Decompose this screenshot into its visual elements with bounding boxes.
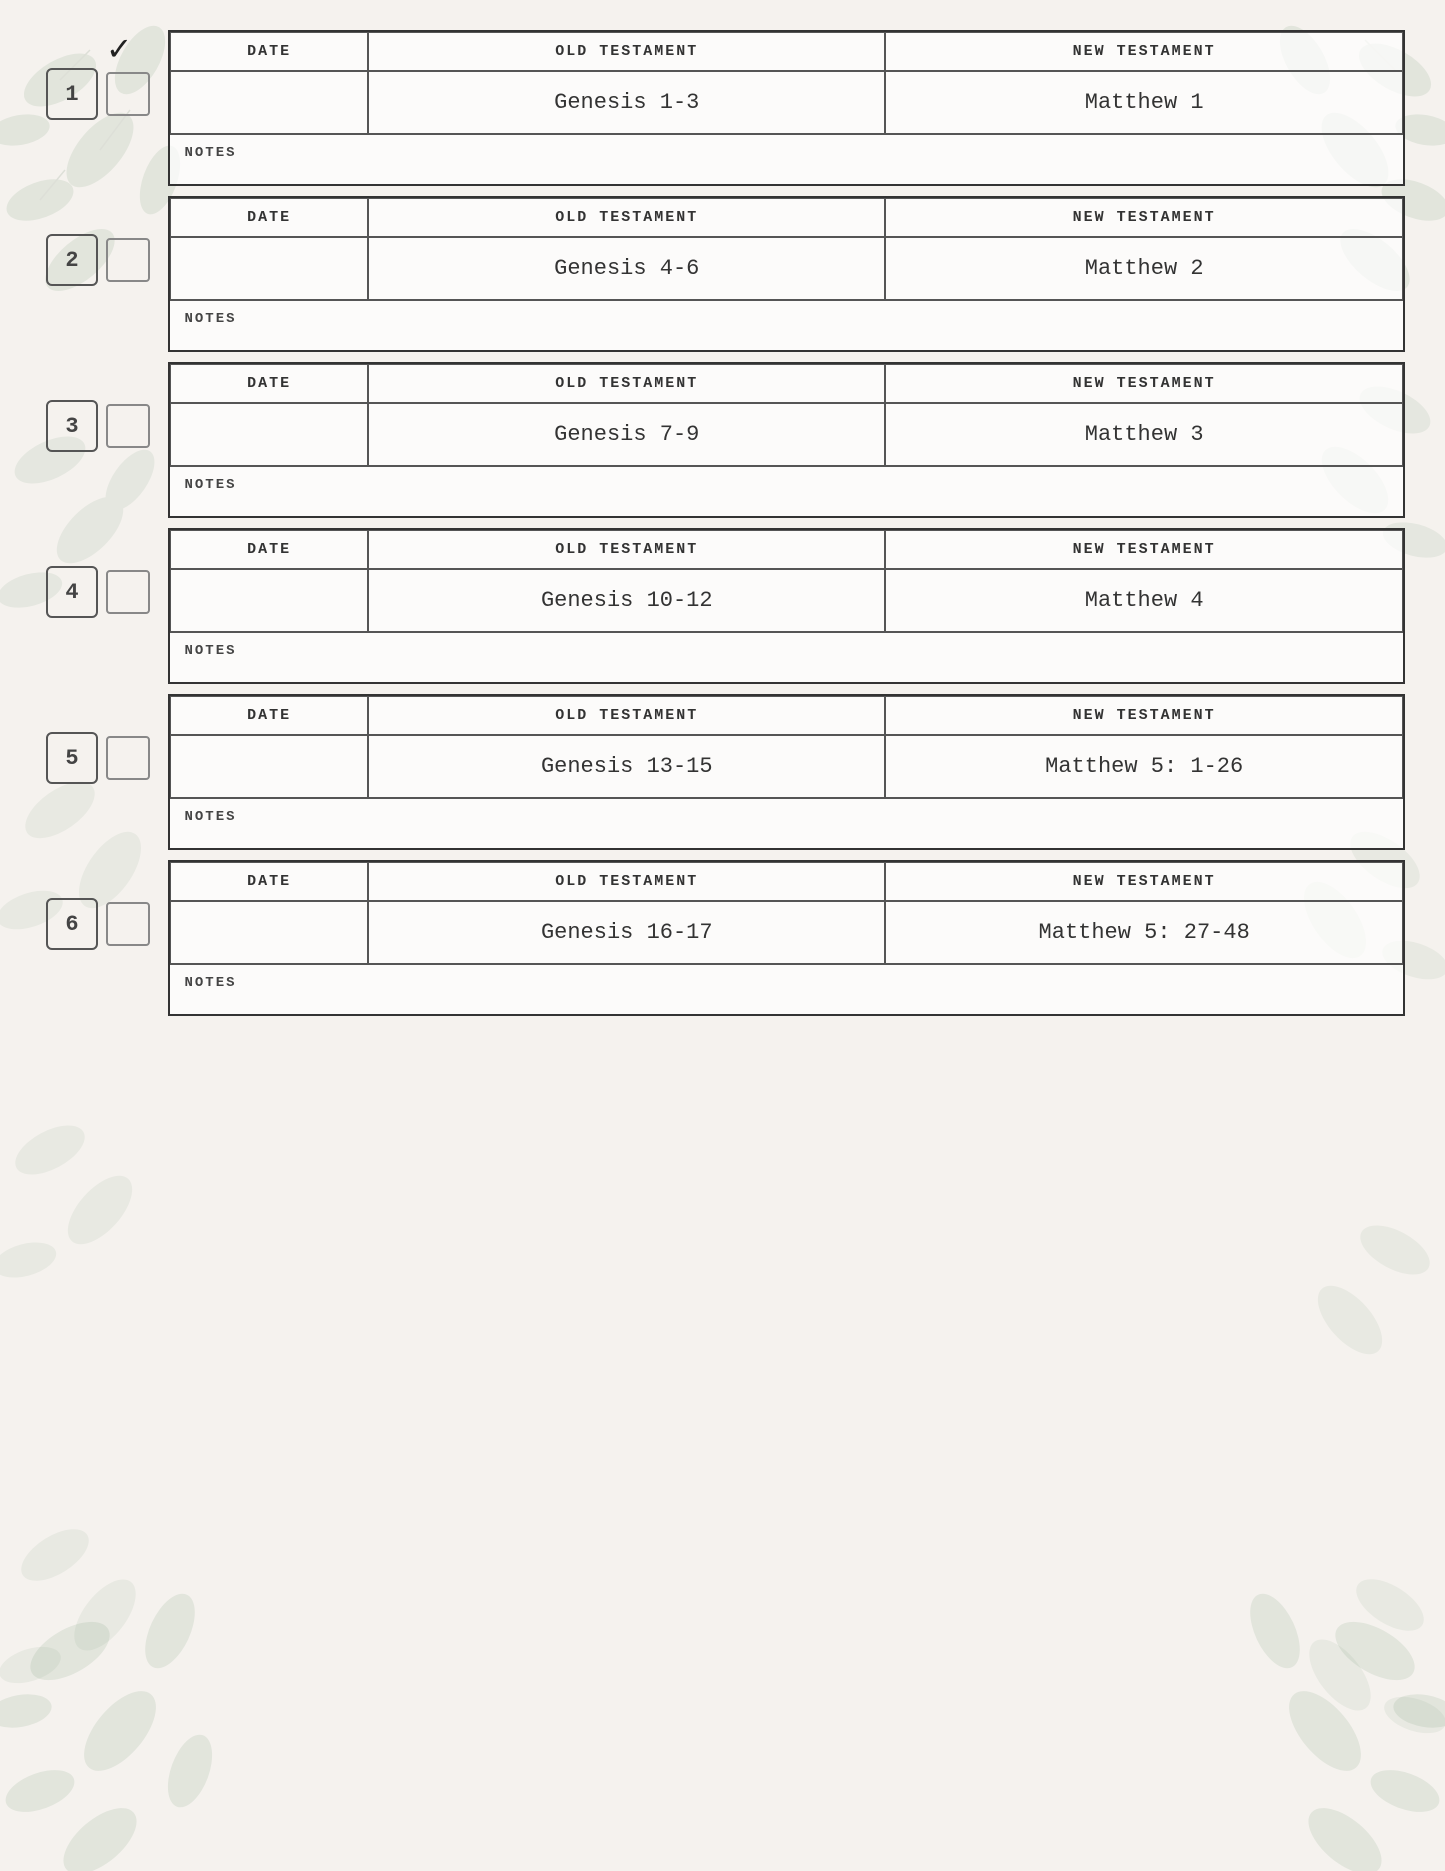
cell-ot-reading-6: Genesis 16-17 (368, 901, 885, 964)
reading-table-5: DATEOLD TESTAMENTNEW TESTAMENTGenesis 13… (170, 696, 1403, 848)
entry-checkbox-1[interactable] (106, 72, 150, 116)
cell-nt-reading-3: Matthew 3 (885, 403, 1402, 466)
col-nt-header-5: NEW TESTAMENT (885, 697, 1402, 736)
entry-checkbox-3[interactable] (106, 404, 150, 448)
reading-table-3: DATEOLD TESTAMENTNEW TESTAMENTGenesis 7-… (170, 364, 1403, 516)
col-nt-header-1: NEW TESTAMENT (885, 33, 1402, 72)
table-wrapper-4: DATEOLD TESTAMENTNEW TESTAMENTGenesis 10… (168, 528, 1405, 684)
entry-number-area-2: 2 (30, 196, 150, 286)
cell-nt-reading-2: Matthew 2 (885, 237, 1402, 300)
table-wrapper-1: DATEOLD TESTAMENTNEW TESTAMENTGenesis 1-… (168, 30, 1405, 186)
col-ot-header-5: OLD TESTAMENT (368, 697, 885, 736)
entry-number-area-6: 6 (30, 860, 150, 950)
entry-checkbox-2[interactable] (106, 238, 150, 282)
entry-number-area-4: 4 (30, 528, 150, 618)
cell-date-4[interactable] (171, 569, 369, 632)
col-date-header-2: DATE (171, 199, 369, 238)
table-wrapper-2: DATEOLD TESTAMENTNEW TESTAMENTGenesis 4-… (168, 196, 1405, 352)
cell-ot-reading-5: Genesis 13-15 (368, 735, 885, 798)
entry-number-badge-6: 6 (46, 898, 98, 950)
entry-row-1: 1 DATEOLD TESTAMENTNEW TESTAMENTGenesis 1… (30, 30, 1405, 186)
reading-table-6: DATEOLD TESTAMENTNEW TESTAMENTGenesis 16… (170, 862, 1403, 1014)
cell-nt-reading-5: Matthew 5: 1-26 (885, 735, 1402, 798)
entry-checkbox-5[interactable] (106, 736, 150, 780)
entry-checkbox-6[interactable] (106, 902, 150, 946)
col-nt-header-6: NEW TESTAMENT (885, 863, 1402, 902)
col-ot-header-1: OLD TESTAMENT (368, 33, 885, 72)
col-date-header-1: DATE (171, 33, 369, 72)
cell-nt-reading-4: Matthew 4 (885, 569, 1402, 632)
entry-row-4: 4 DATEOLD TESTAMENTNEW TESTAMENTGenesis 1… (30, 528, 1405, 684)
entry-row-2: 2 DATEOLD TESTAMENTNEW TESTAMENTGenesis 4… (30, 196, 1405, 352)
entry-number-badge-2: 2 (46, 234, 98, 286)
main-content: 1DATEOLD TESTAMENTNEW TESTAMENTGenesis 1… (0, 0, 1445, 1056)
entry-checkbox-4[interactable] (106, 570, 150, 614)
entry-number-area-3: 3 (30, 362, 150, 452)
reading-table-1: DATEOLD TESTAMENTNEW TESTAMENTGenesis 1-… (170, 32, 1403, 184)
col-nt-header-2: NEW TESTAMENT (885, 199, 1402, 238)
entry-number-area-5: 5 (30, 694, 150, 784)
cell-ot-reading-3: Genesis 7-9 (368, 403, 885, 466)
col-ot-header-2: OLD TESTAMENT (368, 199, 885, 238)
checkmark-decoration: ✓ (108, 28, 130, 71)
cell-ot-reading-1: Genesis 1-3 (368, 71, 885, 134)
col-nt-header-4: NEW TESTAMENT (885, 531, 1402, 570)
cell-nt-reading-1: Matthew 1 (885, 71, 1402, 134)
entry-row-6: 6 DATEOLD TESTAMENTNEW TESTAMENTGenesis 1… (30, 860, 1405, 1016)
col-date-header-3: DATE (171, 365, 369, 404)
reading-table-2: DATEOLD TESTAMENTNEW TESTAMENTGenesis 4-… (170, 198, 1403, 350)
cell-date-2[interactable] (171, 237, 369, 300)
cell-ot-reading-4: Genesis 10-12 (368, 569, 885, 632)
cell-date-1[interactable] (171, 71, 369, 134)
cell-nt-reading-6: Matthew 5: 27-48 (885, 901, 1402, 964)
entry-number-badge-3: 3 (46, 400, 98, 452)
col-ot-header-3: OLD TESTAMENT (368, 365, 885, 404)
notes-label-4[interactable]: NOTES (171, 632, 1403, 682)
notes-label-2[interactable]: NOTES (171, 300, 1403, 350)
entry-row-5: 5 DATEOLD TESTAMENTNEW TESTAMENTGenesis 1… (30, 694, 1405, 850)
col-ot-header-4: OLD TESTAMENT (368, 531, 885, 570)
notes-label-1[interactable]: NOTES (171, 134, 1403, 184)
cell-date-5[interactable] (171, 735, 369, 798)
reading-table-4: DATEOLD TESTAMENTNEW TESTAMENTGenesis 10… (170, 530, 1403, 682)
notes-label-5[interactable]: NOTES (171, 798, 1403, 848)
entry-row-3: 3 DATEOLD TESTAMENTNEW TESTAMENTGenesis 7… (30, 362, 1405, 518)
entry-number-badge-1: 1 (46, 68, 98, 120)
col-nt-header-3: NEW TESTAMENT (885, 365, 1402, 404)
col-date-header-5: DATE (171, 697, 369, 736)
col-date-header-4: DATE (171, 531, 369, 570)
entry-number-badge-5: 5 (46, 732, 98, 784)
table-wrapper-6: DATEOLD TESTAMENTNEW TESTAMENTGenesis 16… (168, 860, 1405, 1016)
notes-label-6[interactable]: NOTES (171, 964, 1403, 1014)
notes-label-3[interactable]: NOTES (171, 466, 1403, 516)
cell-date-3[interactable] (171, 403, 369, 466)
table-wrapper-3: DATEOLD TESTAMENTNEW TESTAMENTGenesis 7-… (168, 362, 1405, 518)
entry-number-area-1: 1 (30, 30, 150, 120)
col-date-header-6: DATE (171, 863, 369, 902)
cell-ot-reading-2: Genesis 4-6 (368, 237, 885, 300)
col-ot-header-6: OLD TESTAMENT (368, 863, 885, 902)
table-wrapper-5: DATEOLD TESTAMENTNEW TESTAMENTGenesis 13… (168, 694, 1405, 850)
entry-number-badge-4: 4 (46, 566, 98, 618)
cell-date-6[interactable] (171, 901, 369, 964)
